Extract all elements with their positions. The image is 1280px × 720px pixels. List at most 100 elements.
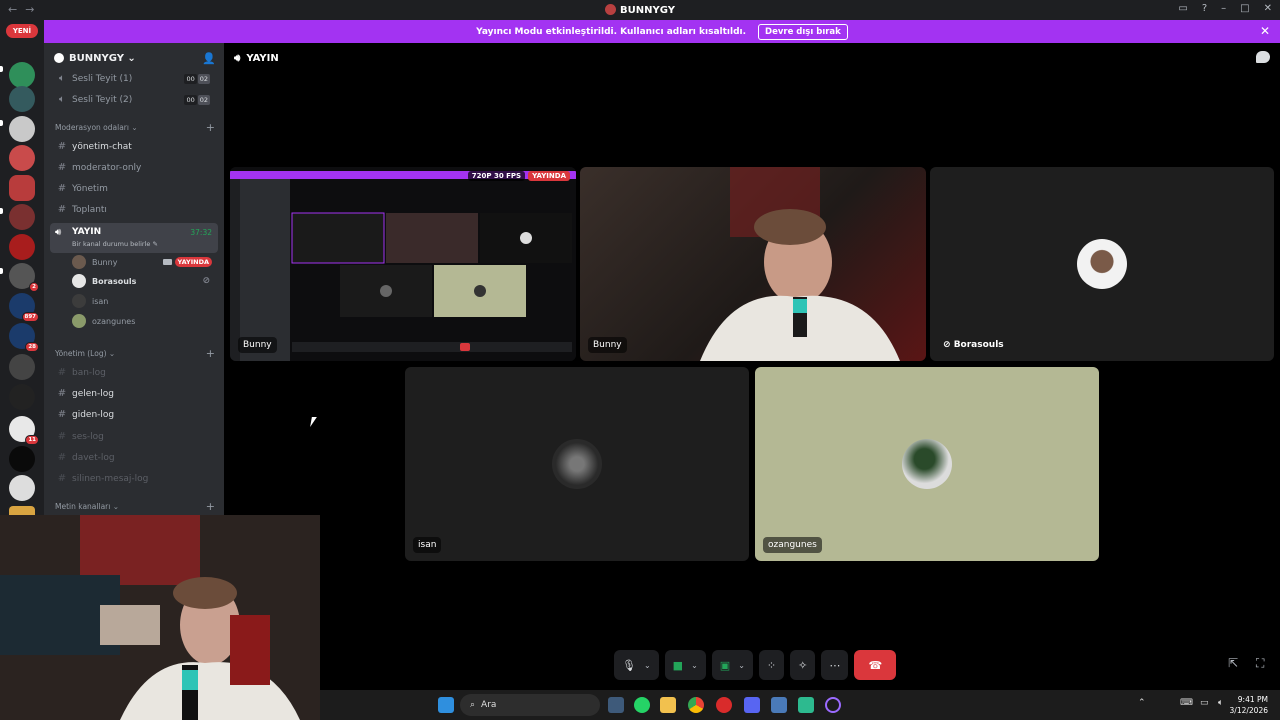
banner-close-icon[interactable]: ✕ bbox=[1260, 24, 1270, 38]
search-placeholder: Ara bbox=[481, 700, 497, 710]
active-voice-channel[interactable]: 🔊︎ YAYIN Bir kanal durumu belirle ✎ 37:3… bbox=[50, 223, 218, 253]
activities-button[interactable]: ⁘ bbox=[758, 650, 785, 680]
settings-app-icon[interactable] bbox=[608, 697, 624, 713]
stream-tile[interactable]: 720P 30 FPS YAYINDA Bunny bbox=[230, 167, 576, 361]
hash-icon: # bbox=[57, 388, 67, 399]
tray-chevron-icon[interactable]: ⌃ bbox=[1138, 698, 1146, 708]
server-icon[interactable] bbox=[9, 506, 35, 515]
server-icon[interactable] bbox=[9, 204, 35, 230]
unread-badge: 28 bbox=[25, 342, 39, 352]
activities-icon[interactable]: ⁘ bbox=[767, 659, 776, 672]
server-icon[interactable] bbox=[9, 86, 35, 112]
screen-share-icon[interactable]: ▣ bbox=[720, 659, 730, 672]
channel-sidebar: BUNNYGY ⌄ 👤 🔈︎ Sesli Teyit (1) 00 02 🔈︎ S… bbox=[44, 43, 224, 515]
server-icon[interactable] bbox=[9, 175, 35, 201]
chat-bubble-icon[interactable] bbox=[1256, 51, 1270, 63]
text-channel-yonetim[interactable]: # Yönetim bbox=[52, 179, 216, 198]
disable-streamer-mode-button[interactable]: Devre dışı bırak bbox=[758, 23, 848, 40]
maximize-button[interactable]: □ bbox=[1240, 3, 1249, 14]
more-icon[interactable]: ⋯ bbox=[829, 659, 840, 672]
text-channel-silinen-mesaj-log[interactable]: # silinen-mesaj-log bbox=[52, 469, 216, 488]
add-channel-icon[interactable]: + bbox=[206, 500, 215, 513]
help-icon[interactable]: ? bbox=[1202, 3, 1207, 14]
category-moderasyon[interactable]: Moderasyon odaları ⌄ + bbox=[55, 121, 215, 134]
server-icon[interactable]: 2 bbox=[9, 263, 39, 292]
minimize-button[interactable]: – bbox=[1221, 3, 1226, 14]
text-channel-moderator-only[interactable]: # moderator-only bbox=[52, 158, 216, 177]
server-icon[interactable] bbox=[9, 62, 35, 88]
app-icon[interactable] bbox=[771, 697, 787, 713]
more-options-button[interactable]: ⋯ bbox=[821, 650, 849, 680]
channel-name: gelen-log bbox=[72, 388, 114, 399]
avatar-tile-borasouls[interactable]: ⊘ Borasouls bbox=[930, 167, 1274, 361]
category-metin[interactable]: Metin kanalları ⌄ + bbox=[55, 500, 215, 513]
chevron-down-icon[interactable]: ⌄ bbox=[691, 661, 698, 670]
add-channel-icon[interactable]: + bbox=[206, 347, 215, 360]
category-yonetim-log[interactable]: Yönetim (Log) ⌄ + bbox=[55, 347, 215, 360]
server-icon[interactable] bbox=[9, 116, 35, 142]
camera-icon[interactable]: ■ bbox=[673, 659, 683, 672]
discord-icon[interactable] bbox=[744, 697, 760, 713]
volume-icon[interactable]: 🔈︎ bbox=[1218, 698, 1223, 708]
avatar bbox=[72, 274, 86, 288]
text-channel-ban-log[interactable]: # ban-log bbox=[52, 363, 216, 382]
text-channel-ses-log[interactable]: # ses-log bbox=[52, 427, 216, 446]
soundboard-button[interactable]: ✧ bbox=[790, 650, 816, 680]
microphone-icon[interactable]: 🎙︎ bbox=[622, 659, 636, 672]
text-channel-gelen-log[interactable]: # gelen-log bbox=[52, 384, 216, 403]
add-channel-icon[interactable]: + bbox=[206, 121, 215, 134]
text-channel-giden-log[interactable]: # giden-log bbox=[52, 405, 216, 424]
obs-icon[interactable] bbox=[825, 697, 841, 713]
microphone-control[interactable]: 🎙︎ ⌄ bbox=[614, 650, 659, 680]
stream-quality: 720P 30 FPS YAYINDA bbox=[467, 171, 570, 181]
voice-user[interactable]: Bunny YAYINDA bbox=[72, 253, 216, 271]
channel-status[interactable]: Bir kanal durumu belirle ✎ bbox=[72, 240, 158, 248]
camera-tile-bunny[interactable]: Bunny bbox=[580, 167, 926, 361]
camera-control[interactable]: ■ ⌄ bbox=[664, 650, 706, 680]
title-bar: ← → BUNNYGY ▭ ? – □ ✕ bbox=[0, 0, 1280, 20]
whatsapp-icon[interactable] bbox=[634, 697, 650, 713]
text-channel-yonetim-chat[interactable]: # yönetim-chat bbox=[52, 137, 216, 156]
server-icon[interactable]: 28 bbox=[9, 323, 39, 352]
taskbar-clock[interactable]: 9:41 PM 3/12/2026 bbox=[1230, 694, 1268, 716]
file-explorer-icon[interactable] bbox=[660, 697, 676, 713]
app-icon[interactable] bbox=[798, 697, 814, 713]
fullscreen-icon[interactable]: ⛶ bbox=[1256, 656, 1264, 671]
text-channel-davet-log[interactable]: # davet-log bbox=[52, 448, 216, 467]
voice-user[interactable]: Borasouls ⊘ bbox=[72, 272, 216, 290]
server-icon[interactable] bbox=[9, 145, 35, 171]
server-icon[interactable]: 897 bbox=[9, 293, 39, 322]
popout-icon[interactable]: ⇱ bbox=[1228, 656, 1238, 670]
voice-channel-sesli-1[interactable]: 🔈︎ Sesli Teyit (1) 00 02 bbox=[52, 69, 216, 88]
network-icon[interactable]: ▭ bbox=[1200, 698, 1209, 708]
keyboard-icon[interactable]: ⌨ bbox=[1180, 698, 1193, 708]
chrome-icon[interactable] bbox=[688, 697, 704, 713]
voice-channel-sesli-2[interactable]: 🔈︎ Sesli Teyit (2) 00 02 bbox=[52, 90, 216, 109]
text-channel-toplanti[interactable]: # Toplantı bbox=[52, 200, 216, 219]
server-icon[interactable] bbox=[9, 234, 35, 260]
add-user-icon[interactable]: 👤 bbox=[202, 52, 216, 65]
screen-share-control[interactable]: ▣ ⌄ bbox=[711, 650, 753, 680]
server-icon[interactable]: 11 bbox=[9, 416, 39, 445]
hang-up-icon[interactable]: ☎︎ bbox=[868, 659, 882, 672]
server-icon[interactable] bbox=[9, 475, 35, 501]
avatar-tile-ozangunes[interactable]: ozangunes bbox=[755, 367, 1099, 561]
taskbar-search[interactable]: ⌕ Ara bbox=[460, 694, 600, 716]
server-icon[interactable] bbox=[9, 354, 35, 380]
server-icon[interactable] bbox=[9, 446, 35, 472]
opera-icon[interactable] bbox=[716, 697, 732, 713]
new-pill[interactable]: YENİ bbox=[6, 24, 38, 38]
chevron-down-icon[interactable]: ⌄ bbox=[738, 661, 745, 670]
voice-user[interactable]: ozangunes bbox=[72, 312, 216, 330]
unread-badge: 2 bbox=[29, 282, 39, 292]
server-icon[interactable] bbox=[9, 384, 35, 410]
windows-start-icon[interactable] bbox=[438, 697, 454, 713]
soundboard-icon[interactable]: ✧ bbox=[798, 659, 807, 672]
quality-label: 720P 30 FPS bbox=[467, 171, 526, 181]
close-window-button[interactable]: ✕ bbox=[1264, 3, 1272, 14]
chevron-down-icon[interactable]: ⌄ bbox=[644, 661, 651, 670]
avatar-tile-isan[interactable]: isan bbox=[405, 367, 749, 561]
disconnect-button[interactable]: ☎︎ bbox=[854, 650, 897, 680]
inbox-icon[interactable]: ▭ bbox=[1178, 3, 1187, 14]
voice-user[interactable]: isan bbox=[72, 292, 216, 310]
